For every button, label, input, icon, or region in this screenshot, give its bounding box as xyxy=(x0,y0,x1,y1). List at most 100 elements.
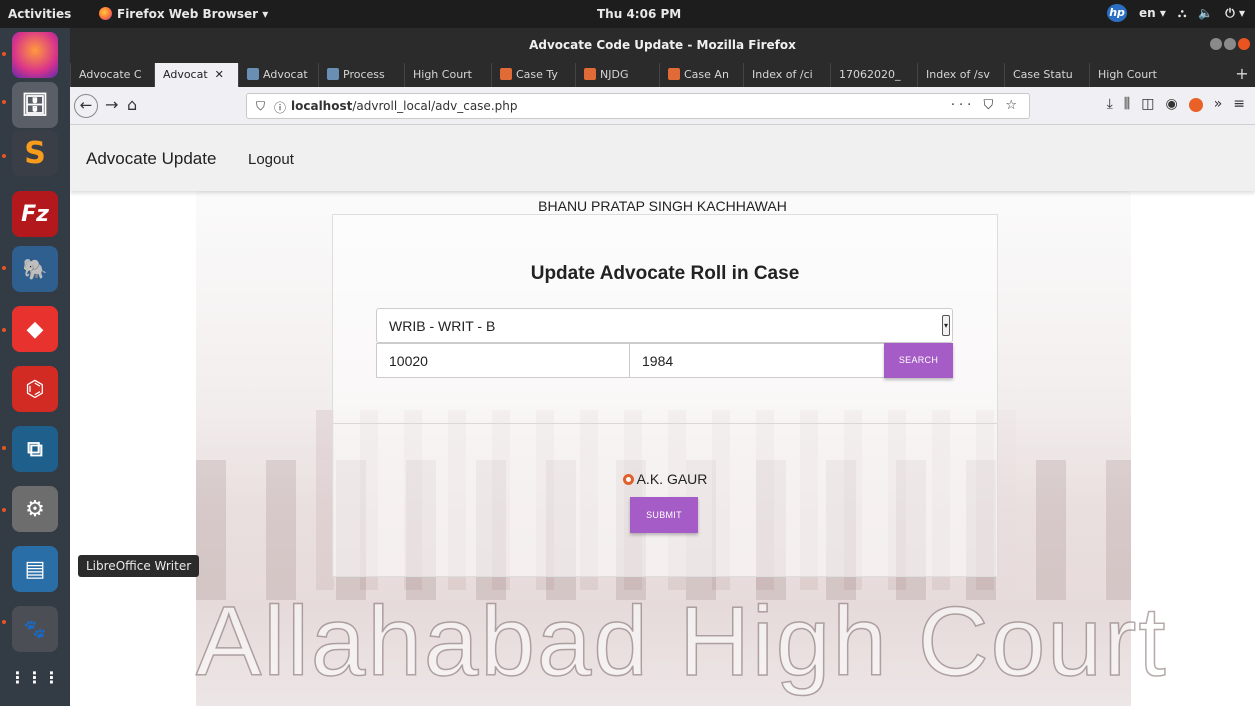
tab-strip: Advocate C Advocat ✕ Advocat Process High… xyxy=(70,63,1255,87)
app-menu-label: Firefox Web Browser ▾ xyxy=(117,7,269,21)
filezilla-icon: Fz xyxy=(21,201,49,227)
mysql-workbench-launcher[interactable]: ⧉ xyxy=(12,426,58,472)
running-indicator xyxy=(2,100,6,104)
page-actions[interactable]: ··· ⛉ ☆ xyxy=(951,98,1021,113)
tab-label: Index of /ci xyxy=(752,68,813,81)
close-tab-icon[interactable]: ✕ xyxy=(215,68,224,81)
tab-label: NJDG xyxy=(600,68,629,81)
radio-selected-icon[interactable] xyxy=(622,474,634,485)
tab[interactable]: Case Statu xyxy=(1004,63,1089,87)
pdf-icon: ⌬ xyxy=(25,376,45,402)
tab[interactable]: High Court xyxy=(404,63,491,87)
account-icon[interactable]: ◉ xyxy=(1165,96,1177,112)
tab[interactable]: Index of /ci xyxy=(743,63,830,87)
new-tab-button[interactable]: + xyxy=(1229,63,1255,87)
watermark-text: Allahabad High Court xyxy=(195,585,1168,697)
arrow-right-icon: → xyxy=(105,95,119,114)
brand-link[interactable]: Advocate Update xyxy=(86,149,216,169)
dropdown-arrow-icon[interactable]: ▾ xyxy=(942,315,950,336)
network-icon[interactable]: ⛬ xyxy=(1178,6,1186,21)
tab[interactable]: High Court xyxy=(1089,63,1169,87)
gimp-launcher[interactable]: 🐾 xyxy=(12,606,58,652)
tab[interactable]: Advocat xyxy=(238,63,318,87)
clock[interactable]: Thu 4:06 PM xyxy=(597,7,681,21)
home-button[interactable]: ⌂ xyxy=(127,94,137,118)
minimize-button[interactable] xyxy=(1210,38,1222,50)
forward-button[interactable]: → xyxy=(105,94,118,118)
search-button[interactable]: SEARCH xyxy=(884,343,953,378)
tab[interactable]: 17062020_ xyxy=(830,63,917,87)
firefox-launcher[interactable] xyxy=(12,32,58,78)
libreoffice-writer-launcher[interactable]: ▤ xyxy=(12,546,58,592)
overflow-icon[interactable]: » xyxy=(1214,96,1223,112)
running-indicator xyxy=(2,52,6,56)
tab[interactable]: Case Ty xyxy=(491,63,575,87)
sublime-launcher[interactable]: S xyxy=(12,130,58,176)
tab-label: Case Ty xyxy=(516,68,558,81)
info-icon[interactable]: ⓘ xyxy=(274,99,286,116)
app-menu[interactable]: Firefox Web Browser ▾ xyxy=(99,7,268,21)
running-indicator xyxy=(2,154,6,158)
radio-label: A.K. GAUR xyxy=(636,471,708,487)
logout-link[interactable]: Logout xyxy=(248,151,294,168)
sidebar-icon[interactable]: ◫ xyxy=(1141,96,1154,112)
page-content: Allahabad High Court Advocate Update Log… xyxy=(70,125,1255,706)
running-indicator xyxy=(2,328,6,332)
back-button[interactable]: ← xyxy=(74,94,98,118)
pgadmin-launcher[interactable]: 🐘 xyxy=(12,246,58,292)
tab[interactable]: Process xyxy=(318,63,404,87)
gear-icon: ⚙ xyxy=(25,496,45,522)
firefox-icon xyxy=(99,7,112,20)
case-year-input[interactable]: 1984 xyxy=(629,343,885,378)
files-launcher[interactable]: 🗄 xyxy=(12,82,58,128)
tab-label: Process xyxy=(343,68,385,81)
url-text[interactable]: localhost/advroll_local/adv_case.php xyxy=(291,99,517,113)
tab-active[interactable]: Advocat ✕ xyxy=(154,63,238,87)
tab[interactable]: Case An xyxy=(659,63,743,87)
activities-button[interactable]: Activities xyxy=(8,7,71,21)
menu-icon[interactable]: ≡ xyxy=(1233,96,1245,112)
grid-icon: ⋮⋮⋮ xyxy=(9,667,61,687)
tab-label: Case An xyxy=(684,68,729,81)
favicon-icon xyxy=(500,68,512,80)
close-button[interactable] xyxy=(1238,38,1250,50)
show-applications-button[interactable]: ⋮⋮⋮ xyxy=(9,654,61,700)
shield-icon[interactable]: ⛉ xyxy=(256,99,265,114)
running-indicator xyxy=(2,508,6,512)
case-number-input[interactable]: 10020 xyxy=(376,343,630,378)
navigation-toolbar: ← → ⌂ ⛉ ⓘ localhost/advroll_local/adv_ca… xyxy=(70,87,1255,125)
settings-launcher[interactable]: ⚙ xyxy=(12,486,58,532)
sublime-icon: S xyxy=(24,135,46,171)
tab-label: Index of /sv xyxy=(926,68,990,81)
advocate-radio-option[interactable]: A.K. GAUR xyxy=(333,471,997,487)
pdf-reader-launcher[interactable]: ⌬ xyxy=(12,366,58,412)
dolphin-icon: ⧉ xyxy=(27,436,43,462)
extension-icon[interactable] xyxy=(1188,98,1203,112)
update-form-card: Update Advocate Roll in Case WRIB - WRIT… xyxy=(332,214,998,577)
case-type-select[interactable]: WRIB - WRIT - B ▾ xyxy=(376,308,953,343)
maximize-button[interactable] xyxy=(1224,38,1236,50)
volume-icon[interactable]: 🔈 xyxy=(1198,6,1213,20)
system-top-bar: Activities Firefox Web Browser ▾ Thu 4:0… xyxy=(0,0,1255,28)
submit-button[interactable]: SUBMIT xyxy=(630,497,698,533)
tab[interactable]: Index of /sv xyxy=(917,63,1004,87)
window-titlebar[interactable]: Advocate Code Update - Mozilla Firefox xyxy=(70,28,1255,63)
launcher-dock: 🗄 S Fz 🐘 ◆ ⌬ ⧉ ⚙ ▤ 🐾 ⋮⋮⋮ xyxy=(0,28,70,706)
window-controls xyxy=(1210,38,1250,50)
url-bar[interactable]: ⛉ ⓘ localhost/advroll_local/adv_case.php… xyxy=(246,93,1030,119)
language-indicator[interactable]: en ▾ xyxy=(1139,6,1166,20)
tab[interactable]: Advocate C xyxy=(70,63,154,87)
filezilla-launcher[interactable]: Fz xyxy=(12,191,58,237)
url-host: localhost xyxy=(291,99,353,113)
drawer-icon: 🗄 xyxy=(21,92,49,118)
app-navbar: Advocate Update Logout xyxy=(70,125,1255,191)
system-tray[interactable]: hp en ▾ ⛬ 🔈 ⏻ ▾ xyxy=(1107,4,1245,22)
power-icon[interactable]: ⏻ ▾ xyxy=(1225,6,1245,21)
tab-label: Advocat xyxy=(163,68,208,81)
anydesk-launcher[interactable]: ◆ xyxy=(12,306,58,352)
download-icon[interactable]: ⤓ xyxy=(1107,96,1113,112)
library-icon[interactable]: ⫼ xyxy=(1124,96,1130,112)
tab[interactable]: NJDG xyxy=(575,63,659,87)
hp-icon[interactable]: hp xyxy=(1107,4,1128,22)
advocate-name: BHANU PRATAP SINGH KACHHAWAH xyxy=(538,198,787,214)
